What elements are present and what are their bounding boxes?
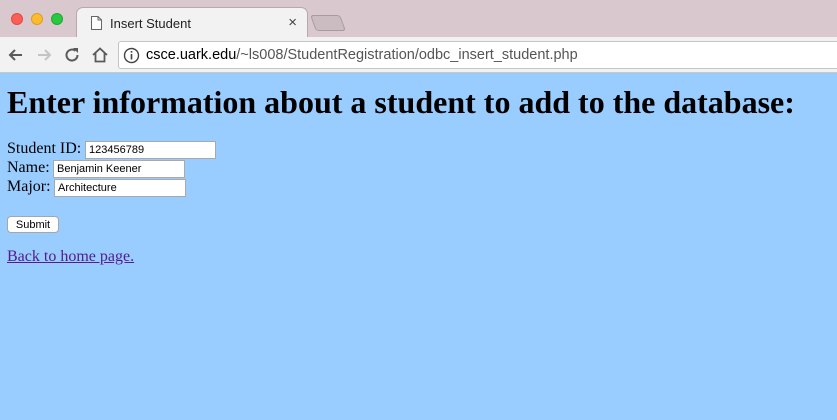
major-row: Major: [7,178,186,197]
info-icon[interactable] [123,47,140,64]
tab-bar: Insert Student × [0,0,837,38]
url-host: csce.uark.edu [146,47,237,63]
tab-title: Insert Student [110,16,191,31]
forward-arrow-icon[interactable] [34,45,54,65]
tab-insert-student[interactable]: Insert Student × [76,7,308,38]
url-path: /~ls008/StudentRegistration/odbc_insert_… [236,47,578,63]
submit-button[interactable]: Submit [7,216,59,233]
reload-icon[interactable] [62,45,82,65]
student-id-row: Student ID: [7,140,216,159]
new-tab-button[interactable] [310,15,346,31]
address-bar[interactable]: csce.uark.edu/~ls008/StudentRegistration… [118,41,837,69]
close-window-button[interactable] [11,13,23,25]
back-arrow-icon[interactable] [6,45,26,65]
page-icon [91,16,102,30]
tab-close-icon[interactable]: × [288,14,297,31]
back-to-home-link[interactable]: Back to home page. [7,248,134,266]
major-input[interactable] [54,179,186,197]
page-content: Enter information about a student to add… [0,74,837,420]
name-input[interactable] [53,160,185,178]
student-id-input[interactable] [85,141,216,159]
name-row: Name: [7,159,185,178]
browser-toolbar: csce.uark.edu/~ls008/StudentRegistration… [0,37,837,73]
student-id-label: Student ID: [7,140,82,157]
page-title: Enter information about a student to add… [7,84,795,120]
major-label: Major: [7,178,51,195]
home-icon[interactable] [90,45,110,65]
url-text[interactable]: csce.uark.edu/~ls008/StudentRegistration… [146,47,578,63]
minimize-window-button[interactable] [31,13,43,25]
name-label: Name: [7,159,50,176]
zoom-window-button[interactable] [51,13,63,25]
